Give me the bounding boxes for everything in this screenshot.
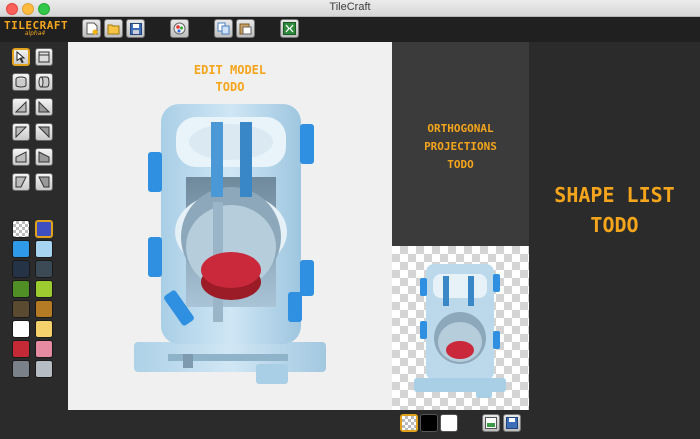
save-icon (129, 22, 142, 35)
color-swatch[interactable] (12, 220, 30, 238)
background-swatch[interactable] (420, 414, 438, 432)
tool-wedge-5[interactable] (12, 148, 30, 166)
tool-wedge-4[interactable] (35, 123, 53, 141)
color-swatch[interactable] (35, 260, 53, 278)
color-swatch[interactable] (35, 360, 53, 378)
paste-button[interactable] (236, 19, 255, 38)
color-swatch[interactable] (35, 240, 53, 258)
shape-list-todo-text: SHAPE LIST TODO (554, 183, 675, 237)
wedge-7-icon (15, 176, 27, 188)
copy-icon (217, 22, 230, 35)
bottom-bar (68, 410, 700, 439)
app-logo: TILECRAFT alpha4 (4, 20, 68, 37)
tool-box[interactable] (35, 48, 53, 66)
export-image-icon (485, 417, 497, 429)
tool-pointer[interactable] (12, 48, 30, 66)
background-swatch[interactable] (440, 414, 458, 432)
color-swatch[interactable] (35, 320, 53, 338)
toolbar: TILECRAFT alpha4 (0, 17, 700, 42)
new-file-button[interactable] (82, 19, 101, 38)
tool-wedge-8[interactable] (35, 173, 53, 191)
ortho-todo-text: ORTHOGONAL PROJECTIONS TODO (424, 122, 497, 171)
export-image-button[interactable] (482, 414, 500, 432)
open-button[interactable] (104, 19, 123, 38)
new-file-icon (86, 22, 97, 35)
background-swatch[interactable] (400, 414, 418, 432)
wedge-1-icon (15, 101, 27, 113)
color-swatch[interactable] (35, 340, 53, 358)
color-swatch[interactable] (12, 240, 30, 258)
color-swatch[interactable] (35, 300, 53, 318)
paste-icon (239, 23, 252, 35)
save-image-icon (506, 417, 518, 429)
color-swatch[interactable] (12, 360, 30, 378)
shape-list-panel: SHAPE LIST TODO (529, 42, 700, 410)
cylinder-h-icon (38, 76, 50, 88)
tool-wedge-3[interactable] (12, 123, 30, 141)
tool-cylinder-vertical[interactable] (12, 73, 30, 91)
tool-wedge-6[interactable] (35, 148, 53, 166)
pointer-icon (16, 51, 26, 63)
tool-wedge-2[interactable] (35, 98, 53, 116)
save-button[interactable] (126, 19, 145, 38)
color-swatch[interactable] (12, 300, 30, 318)
export-button[interactable] (280, 19, 299, 38)
wedge-3-icon (15, 126, 27, 138)
tool-wedge-7[interactable] (12, 173, 30, 191)
edit-model-panel[interactable]: EDIT MODEL TODO (68, 42, 392, 410)
export-icon (283, 22, 296, 35)
preview-panel (392, 246, 529, 410)
wedge-5-icon (15, 151, 27, 163)
preview-render (414, 264, 506, 398)
render-icon (173, 22, 186, 35)
wedge-2-icon (38, 101, 50, 113)
wedge-4-icon (38, 126, 50, 138)
tool-palette (0, 42, 68, 439)
color-swatch[interactable] (12, 320, 30, 338)
tool-wedge-1[interactable] (12, 98, 30, 116)
model-render (134, 104, 326, 384)
open-folder-icon (107, 24, 120, 34)
color-swatch[interactable] (12, 260, 30, 278)
orthogonal-projections-panel: ORTHOGONAL PROJECTIONS TODO (392, 42, 529, 246)
color-swatch[interactable] (35, 280, 53, 298)
render-button[interactable] (170, 19, 189, 38)
wedge-6-icon (38, 151, 50, 163)
window-titlebar: TileCraft (0, 0, 700, 17)
window-title: TileCraft (329, 1, 371, 13)
tool-cylinder-horizontal[interactable] (35, 73, 53, 91)
color-swatch[interactable] (12, 340, 30, 358)
color-swatch[interactable] (12, 280, 30, 298)
copy-button[interactable] (214, 19, 233, 38)
wedge-8-icon (38, 176, 50, 188)
save-image-button[interactable] (503, 414, 521, 432)
cylinder-v-icon (15, 76, 27, 88)
box-icon (38, 51, 50, 63)
color-swatch[interactable] (35, 220, 53, 238)
